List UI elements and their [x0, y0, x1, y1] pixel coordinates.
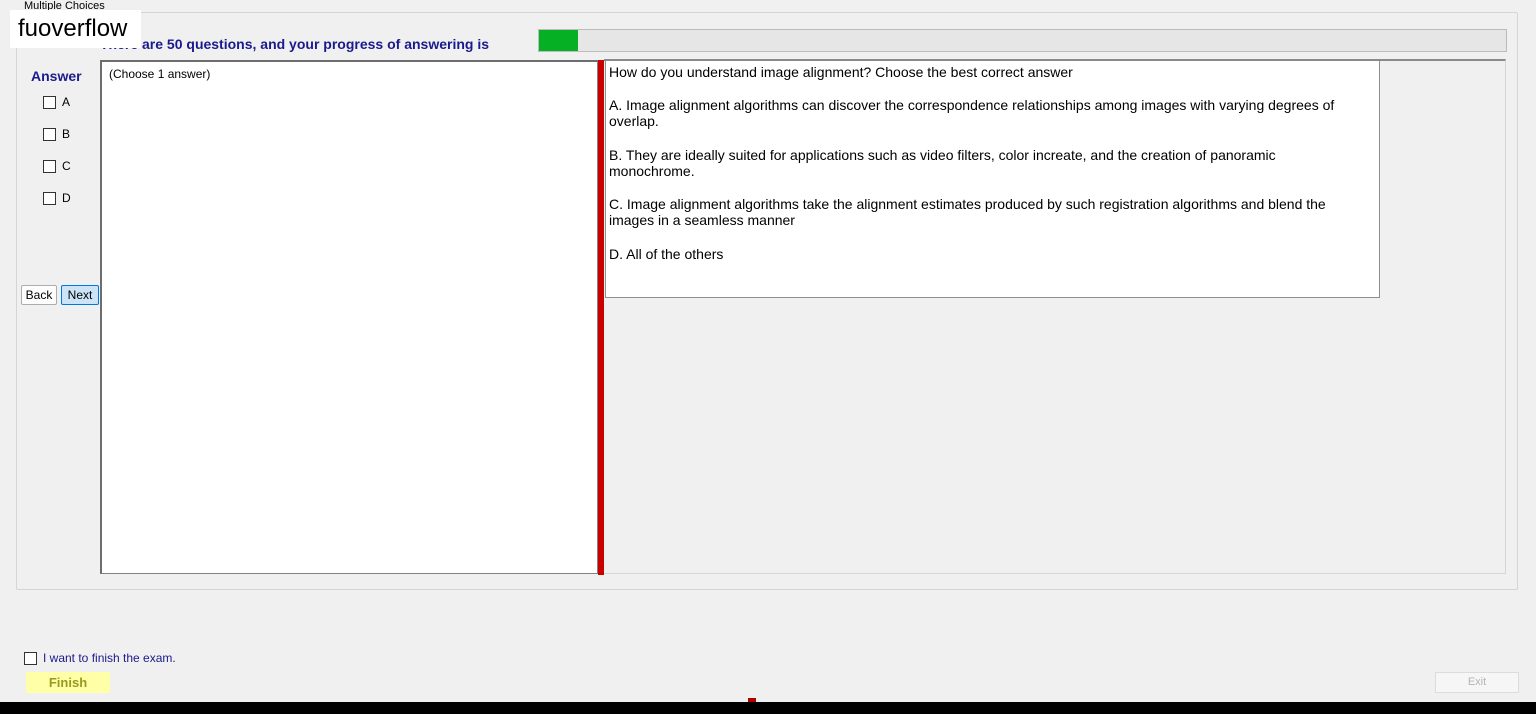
question-prompt: How do you understand image alignment? C… [609, 64, 1073, 80]
taskbar [0, 702, 1536, 714]
option-d-label: D [62, 191, 71, 205]
finish-exam-checkbox[interactable] [24, 651, 37, 665]
finish-exam-check[interactable]: I want to finish the exam. [24, 651, 176, 665]
finish-exam-label: I want to finish the exam. [43, 651, 176, 665]
option-c[interactable]: C [43, 159, 71, 173]
option-a[interactable]: A [43, 95, 70, 109]
option-c-checkbox[interactable] [43, 159, 56, 173]
option-d-checkbox[interactable] [43, 191, 56, 205]
exit-button[interactable]: Exit [1435, 672, 1519, 693]
finish-button[interactable]: Finish [26, 672, 110, 693]
progress-bar [538, 29, 1507, 52]
option-c-label: C [62, 159, 71, 173]
choice-b-text: B. They are ideally suited for applicati… [609, 147, 1276, 179]
option-a-checkbox[interactable] [43, 95, 56, 109]
progress-label: There are 50 questions, and your progres… [100, 36, 489, 52]
choose-hint: (Choose 1 answer) [109, 67, 211, 81]
choice-a-text: A. Image alignment algorithms can discov… [609, 97, 1335, 129]
choice-c-text: C. Image alignment algorithms take the a… [609, 196, 1326, 228]
next-button[interactable]: Next [61, 285, 99, 305]
answer-notes-pane[interactable]: (Choose 1 answer) [100, 60, 598, 574]
choice-d-text: D. All of the others [609, 246, 724, 262]
answer-heading: Answer [31, 68, 82, 84]
option-b-checkbox[interactable] [43, 127, 56, 141]
option-b[interactable]: B [43, 127, 70, 141]
option-d[interactable]: D [43, 191, 71, 205]
back-button[interactable]: Back [21, 285, 57, 305]
watermark-logo: fuoverflow [10, 10, 141, 48]
option-a-label: A [62, 95, 71, 109]
option-b-label: B [62, 127, 71, 141]
progress-bar-fill [539, 30, 578, 51]
